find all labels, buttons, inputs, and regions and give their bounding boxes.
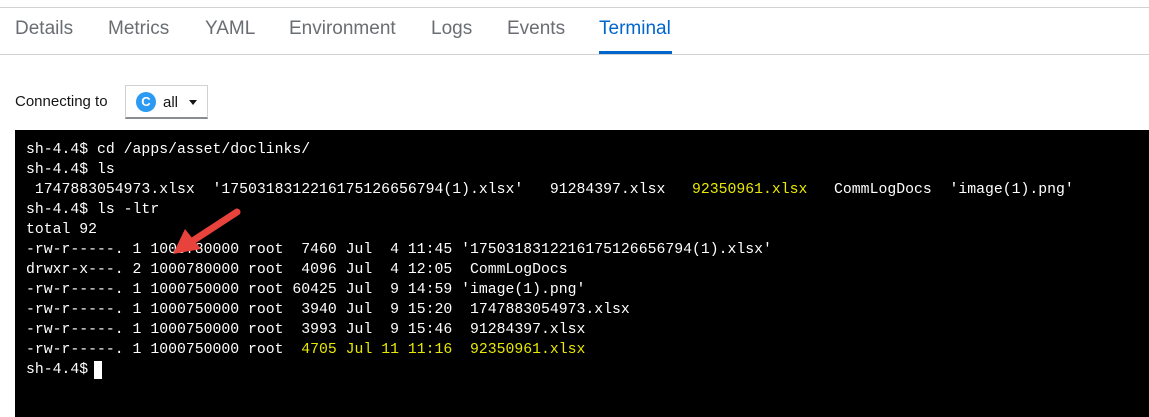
tab-bar: Details Metrics YAML Environment Logs Ev… bbox=[0, 8, 1149, 55]
tab-events[interactable]: Events bbox=[507, 18, 565, 40]
terminal-line: total 92 bbox=[26, 222, 98, 238]
terminal-line: -rw-r-----. 1 1000750000 root 3940 Jul 9… bbox=[26, 302, 630, 318]
tab-metrics[interactable]: Metrics bbox=[108, 18, 169, 40]
terminal-line: -rw-r-----. 1 1000780000 root 7460 Jul 4… bbox=[26, 242, 772, 258]
terminal-line: -rw-r-----. 1 1000750000 root 4705 Jul 1… bbox=[26, 340, 585, 360]
terminal-line: sh-4.4$ ls -ltr bbox=[26, 202, 160, 218]
terminal-text: 1747883054973.xlsx '17503183122161751266… bbox=[26, 182, 692, 198]
tab-details[interactable]: Details bbox=[15, 18, 73, 40]
terminal-text: CommLogDocs 'image(1).png' bbox=[807, 182, 1074, 198]
terminal-line: sh-4.4$ ls bbox=[26, 162, 115, 178]
terminal-highlight-text: 4705 Jul 11 11:16 92350961.xlsx bbox=[301, 342, 586, 358]
terminal-line: -rw-r-----. 1 1000750000 root 3993 Jul 9… bbox=[26, 322, 586, 338]
tab-terminal[interactable]: Terminal bbox=[599, 18, 671, 40]
container-select-value: all bbox=[163, 94, 179, 111]
terminal-line: 1747883054973.xlsx '17503183122161751266… bbox=[26, 180, 1074, 200]
terminal-console[interactable]: sh-4.4$ cd /apps/asset/doclinks/ sh-4.4$… bbox=[15, 130, 1149, 417]
terminal-highlight-text: 92350961.xlsx bbox=[691, 182, 808, 198]
tab-logs[interactable]: Logs bbox=[431, 18, 472, 40]
connecting-to-label: Connecting to bbox=[15, 93, 108, 110]
terminal-line: sh-4.4$ cd /apps/asset/doclinks/ bbox=[26, 142, 311, 158]
terminal-cursor bbox=[94, 361, 102, 379]
caret-down-icon bbox=[189, 100, 197, 105]
tab-yaml[interactable]: YAML bbox=[205, 18, 255, 40]
container-select-dropdown[interactable]: C all bbox=[125, 85, 208, 119]
container-badge-icon: C bbox=[136, 92, 156, 112]
terminal-prompt: sh-4.4$ bbox=[26, 362, 98, 378]
terminal-text: -rw-r-----. 1 1000750000 root bbox=[26, 342, 302, 358]
active-tab-indicator bbox=[599, 51, 672, 54]
tab-environment[interactable]: Environment bbox=[289, 18, 396, 40]
terminal-line: drwxr-x---. 2 1000780000 root 4096 Jul 4… bbox=[26, 262, 568, 278]
terminal-line: -rw-r-----. 1 1000750000 root 60425 Jul … bbox=[26, 282, 586, 298]
